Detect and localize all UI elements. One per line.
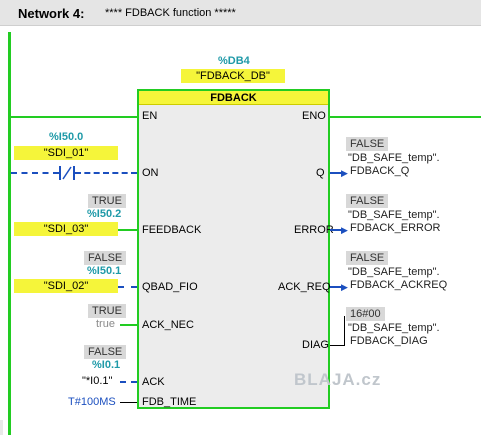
network-comment[interactable]: **** FDBACK function ***** [105,7,236,19]
ack-req-value-badge: FALSE [346,251,389,265]
q-operand-line1[interactable]: "DB_SAFE_temp". [348,152,440,165]
on-pin: ON [142,167,159,179]
qbad-fio-operand[interactable]: "SDI_02" [14,279,118,293]
feedback-operand[interactable]: "SDI_03" [14,222,118,236]
fdb-time-wire [120,402,137,403]
ack-wire [120,381,137,383]
diag-wire-h [330,345,344,346]
eno-pin: ENO [302,110,326,122]
qbad-fio-pin: QBAD_FIO [142,281,198,293]
error-arrow-icon: ▶ [341,225,348,235]
ack-address[interactable]: %I0.1 [92,359,120,371]
feedback-pin: FEEDBACK [142,224,202,236]
ack-req-operand-line1[interactable]: "DB_SAFE_temp". [348,266,440,279]
error-operand-line2[interactable]: FDBACK_ERROR [350,222,440,235]
ack-pin: ACK [142,376,165,388]
ack-nec-value-badge: TRUE [88,304,126,318]
en-pin: EN [142,110,158,122]
ack-req-pin: ACK_REQ [278,281,331,293]
editor-scroll-edge [0,420,3,435]
qbad-fio-wire [118,286,137,288]
instance-db-name[interactable]: "FDBACK_DB" [181,69,285,83]
error-pin: ERROR [294,224,334,236]
feedback-address[interactable]: %I50.2 [87,208,121,220]
ack-req-arrow-icon: ▶ [341,282,348,292]
on-operand[interactable]: "SDI_01" [14,146,118,160]
watermark-logo: BLAJA.cz [294,370,382,389]
ack-nec-wire [120,324,137,326]
error-operand-line1[interactable]: "DB_SAFE_temp". [348,209,440,222]
on-wire-left [11,172,59,174]
instance-db-address[interactable]: %DB4 [218,55,250,67]
ack-req-operand-line2[interactable]: FDBACK_ACKREQ [350,279,447,292]
qbad-fio-address[interactable]: %I50.1 [87,265,121,277]
diag-value-badge: 16#00 [346,307,385,321]
ack-value-badge: FALSE [84,345,127,359]
q-value-badge: FALSE [346,137,389,151]
diag-pin: DIAG [302,339,329,351]
qbad-fio-value-badge: FALSE [84,251,127,265]
ack-nec-pin: ACK_NEC [142,319,194,331]
q-pin: Q [316,167,325,179]
fdb-time-pin: FDB_TIME [142,396,197,408]
error-value-badge: FALSE [346,194,389,208]
q-arrow-icon: ▶ [341,168,348,178]
on-address[interactable]: %I50.0 [49,131,83,143]
fdb-time-constant[interactable]: T#100MS [68,396,116,408]
diag-wire-v [344,316,345,346]
en-wire [11,116,137,118]
ack-operand[interactable]: "*I0.1" [82,375,112,387]
fdback-block[interactable] [137,89,330,409]
eno-wire [330,116,481,118]
power-rail [8,32,11,435]
network-title[interactable]: Network 4: [18,6,84,21]
feedback-value-badge: TRUE [88,194,126,208]
negated-contact-icon[interactable] [57,165,77,181]
diag-operand-line1[interactable]: "DB_SAFE_temp". [348,322,440,335]
q-operand-line2[interactable]: FDBACK_Q [350,165,409,178]
on-wire-right [75,172,137,174]
fdback-block-type[interactable]: FDBACK [139,92,328,104]
feedback-wire [118,229,137,231]
ack-nec-constant[interactable]: true [96,318,115,330]
diag-operand-line2[interactable]: FDBACK_DIAG [350,335,428,348]
